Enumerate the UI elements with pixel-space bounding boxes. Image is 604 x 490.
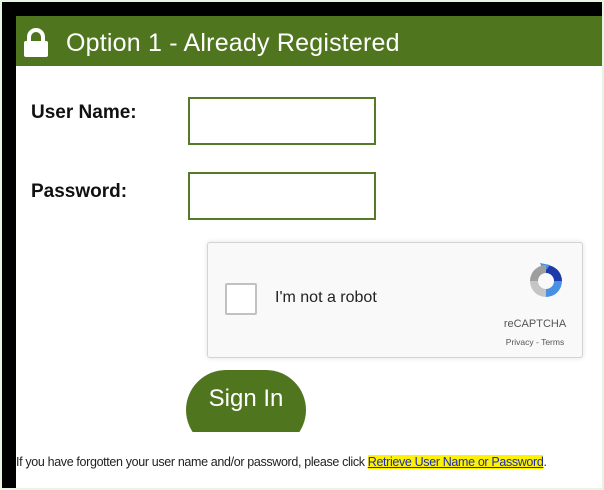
recaptcha-logo-icon [530,263,562,297]
footer-period: . [543,455,547,469]
recaptcha-label: I'm not a robot [275,289,377,306]
section-title: Option 1 - Already Registered [66,28,400,57]
recaptcha-privacy-terms[interactable]: Privacy - Terms [490,337,580,347]
forgot-credentials-note: If you have forgotten your user name and… [16,455,602,469]
login-panel: Option 1 - Already Registered User Name:… [16,16,602,488]
lock-icon [24,28,48,57]
section-header: Option 1 - Already Registered [16,16,602,66]
signin-button-wrap: Sign In [186,370,308,432]
signin-button[interactable]: Sign In [186,370,306,432]
password-label: Password: [31,181,128,202]
username-input[interactable] [188,97,376,145]
recaptcha-checkbox[interactable] [225,283,257,315]
password-input[interactable] [188,172,376,220]
window-frame: Option 1 - Already Registered User Name:… [2,2,602,488]
recaptcha-widget: I'm not a robot reCAPTCHA Privacy - Term… [207,242,583,358]
username-label: User Name: [31,102,137,123]
retrieve-credentials-link[interactable]: Retrieve User Name or Password [367,455,544,469]
recaptcha-brand: reCAPTCHA [503,318,567,330]
forgot-text: If you have forgotten your user name and… [16,455,368,469]
